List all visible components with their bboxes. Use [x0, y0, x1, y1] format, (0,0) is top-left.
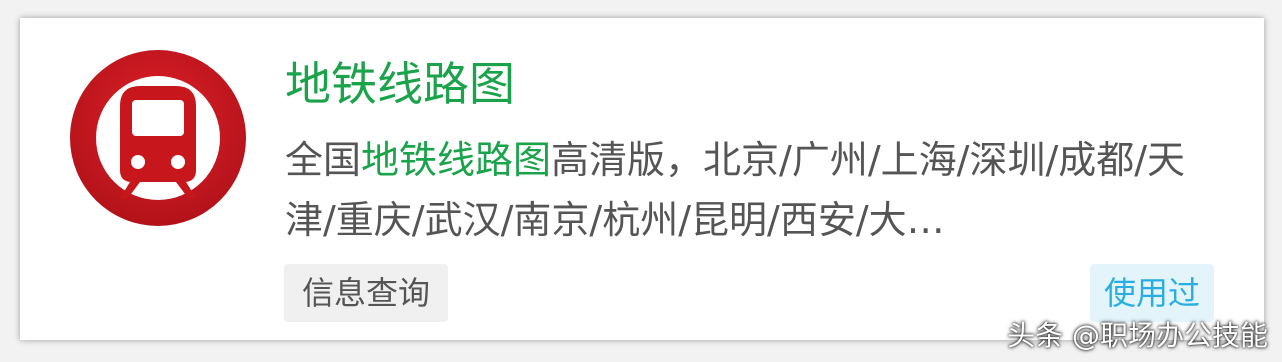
used-badge: 使用过: [1089, 264, 1214, 322]
category-tag[interactable]: 信息查询: [284, 264, 449, 322]
app-description: 全国地铁线路图高清版，北京/广州/上海/深圳/成都/天津/重庆/武汉/南京/杭州…: [285, 130, 1200, 250]
app-title[interactable]: 地铁线路图: [285, 56, 515, 112]
desc-highlight: 地铁线路图: [361, 138, 552, 182]
desc-part-1: 全国: [285, 138, 362, 182]
app-result-card[interactable]: 地铁线路图 全国地铁线路图高清版，北京/广州/上海/深圳/成都/天津/重庆/武汉…: [20, 18, 1264, 340]
watermark: 头条 @职场办公技能: [1007, 319, 1268, 352]
subway-train-icon[interactable]: [68, 48, 248, 228]
